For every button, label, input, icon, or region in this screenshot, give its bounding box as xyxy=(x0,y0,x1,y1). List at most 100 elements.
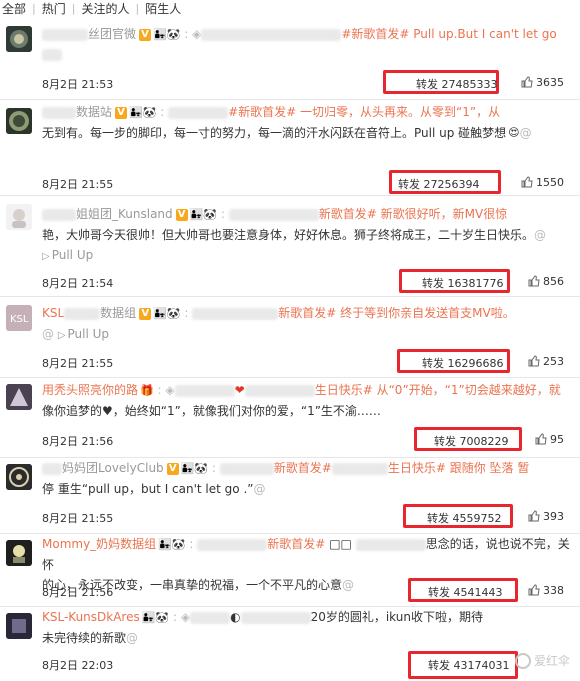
post-meta: 8月2日 21:55 转发 27256394 1550 xyxy=(42,170,572,194)
diamond-icon: ◈ xyxy=(165,383,175,397)
post-meta: 8月2日 21:53 转发 27485333 3635 xyxy=(42,70,572,94)
diamond-icon: ◈ xyxy=(180,610,191,624)
heart-icon: ❤ xyxy=(234,383,245,397)
verified-icon: V xyxy=(139,28,152,41)
filter-tabs: 全部 | 热门 | 关注的人 | 陌生人 xyxy=(0,0,580,16)
like-button[interactable]: 856 xyxy=(528,275,564,288)
post-time: 8月2日 21:56 xyxy=(42,586,114,599)
post-text-line: ，始终如“1”，就像我们对你的爱，“1”生不渝…… xyxy=(112,403,381,418)
post-time: 8月2日 21:55 xyxy=(42,178,114,191)
play-icon: ▷ xyxy=(57,329,66,341)
post-text: 数据站 V 👨‍👧🐼 : #新歌首发# 一切归零，从头再来。从零到“1”，从 无到有… xyxy=(42,102,572,143)
avatar[interactable] xyxy=(6,204,32,230)
post-text-line: 停 重生“pull up，but I can't let go .” xyxy=(42,481,254,496)
emoji-icon: 😍 xyxy=(508,126,520,139)
avatar[interactable] xyxy=(6,613,32,639)
repost-count[interactable]: 转发 43174031 xyxy=(428,657,510,673)
thumbs-up-icon xyxy=(528,584,540,596)
verified-icon: V xyxy=(175,208,188,221)
avatar[interactable] xyxy=(6,540,32,566)
repost-count[interactable]: 转发 27485333 xyxy=(416,76,498,92)
post-time: 8月2日 21:56 xyxy=(42,435,114,448)
heart-icon: ♥ xyxy=(102,403,113,418)
post-text: 丝团官微 V 👨‍👧🐼 : ◈ #新歌首发# Pull up.But I can't … xyxy=(42,24,572,65)
post-text-line: 生日快乐# 从“0”开始，“1”切会越来越好，就 xyxy=(314,383,561,397)
repost-count[interactable]: 转发 27256394 xyxy=(398,176,480,192)
repost-count[interactable]: 转发 16381776 xyxy=(422,275,504,291)
username[interactable]: 姐姐团_Kunsland xyxy=(76,207,173,221)
avatar[interactable] xyxy=(6,108,32,134)
repost-count[interactable]: 转发 16296686 xyxy=(422,355,504,371)
repost-count[interactable]: 转发 4559752 xyxy=(427,510,502,526)
username[interactable]: KSL-KunsDkAres xyxy=(42,610,140,624)
like-button[interactable]: 338 xyxy=(528,584,564,597)
post-text-line: 新歌首发# xyxy=(267,537,326,551)
post-text-line: #新歌首发# Pull up.But I can't let go xyxy=(341,27,557,41)
like-button[interactable]: 1550 xyxy=(521,176,564,189)
tab-hot[interactable]: 热门 xyxy=(36,0,72,17)
tab-all[interactable]: 全部 xyxy=(0,0,32,17)
post-time: 8月2日 21:53 xyxy=(42,78,114,91)
post-text: 用秃头照亮你的路 🎁 : ◈ ❤ 生日快乐# 从“0”开始，“1”切会越来越好，就 像… xyxy=(42,380,572,421)
post-text-line: 未完待续的新歌 xyxy=(42,630,127,645)
emoji-icon: 👨‍👧🐼 xyxy=(153,27,181,41)
emoji-icon: 🎁 xyxy=(140,383,154,397)
like-count: 3635 xyxy=(536,76,564,89)
watermark: 爱红伞 xyxy=(514,652,570,669)
post-text-line: 艳，大帅哥今天很帅！但大帅哥也要注意身体，好好休息。狮子终将成王，二十岁生日快乐… xyxy=(42,227,535,242)
username[interactable]: Mommy_奶妈数据组 xyxy=(42,537,156,551)
emoji-icon: 👨‍👧🐼 xyxy=(180,461,209,475)
like-count: 95 xyxy=(550,433,564,446)
repost-item: KSL KSL 数据组 V 👨‍👧🐼 : 新歌首发# 终于等到你亲自发送首支MV啦。 … xyxy=(0,297,580,377)
avatar[interactable] xyxy=(6,464,32,490)
avatar[interactable] xyxy=(6,26,32,52)
repost-item: 姐姐团_Kunsland V 👨‍👧🐼 : 新歌首发# 新歌很好听，新MV很惊 艳，… xyxy=(0,196,580,296)
post-time: 8月2日 21:55 xyxy=(42,512,114,525)
repost-count[interactable]: 转发 4541443 xyxy=(428,584,503,600)
username[interactable]: 丝团官微 xyxy=(88,27,136,41)
like-button[interactable]: 253 xyxy=(528,355,564,368)
post-text-line: #新歌首发# 一切归零，从头再来。从零到“1”，从 xyxy=(228,105,501,119)
post-meta: 8月2日 21:56 转发 4541443 338 xyxy=(42,578,572,602)
like-button[interactable]: 95 xyxy=(535,433,564,446)
like-count: 253 xyxy=(543,355,564,368)
play-icon: ▷ xyxy=(42,250,50,262)
username[interactable]: KSL xyxy=(42,306,64,320)
repost-count[interactable]: 转发 7008229 xyxy=(434,433,509,449)
like-count: 856 xyxy=(543,275,564,288)
username[interactable]: 妈妈团LovelyClub xyxy=(62,461,164,475)
thumbs-up-icon xyxy=(528,355,540,367)
repost-item: Mommy_奶妈数据组 👨‍👧🐼 : 新歌首发# □□ 思念的话，说也说不完，关怀… xyxy=(0,534,580,606)
avatar[interactable] xyxy=(6,384,32,410)
avatar[interactable]: KSL xyxy=(6,305,32,331)
username[interactable]: 用秃头照亮你的路 xyxy=(42,383,138,397)
like-button[interactable]: 3635 xyxy=(521,76,564,89)
tab-strangers[interactable]: 陌生人 xyxy=(139,0,187,17)
repost-item: KSL-KunsDkAres 👨‍👧🐼 : ◈ ◐ 20岁的圆礼，ikun收下啦，期待… xyxy=(0,607,580,681)
repost-item: 妈妈团LovelyClub V 👨‍👧🐼 : 新歌首发# 生日快乐# 跟随你 坠落 暂… xyxy=(0,458,580,533)
emoji-icon: 👨‍👧🐼 xyxy=(129,105,157,119)
like-button[interactable]: 393 xyxy=(528,510,564,523)
thumbs-up-icon xyxy=(528,275,540,287)
svg-text:KSL: KSL xyxy=(10,314,29,325)
post-text-line: 20岁的圆礼，ikun收下啦，期待 xyxy=(310,610,483,624)
verified-icon: V xyxy=(166,462,179,475)
post-text-line: 像你追梦的 xyxy=(42,403,103,418)
video-link[interactable]: ▷ Pull Up xyxy=(58,327,109,341)
emoji-icon: 👨‍👧🐼 xyxy=(141,610,170,624)
post-meta: 8月2日 21:55 转发 4559752 393 xyxy=(42,504,572,528)
post-meta: 8月2日 22:03 转发 43174031 xyxy=(42,651,572,679)
post-text: 姐姐团_Kunsland V 👨‍👧🐼 : 新歌首发# 新歌很好听，新MV很惊 艳，… xyxy=(42,204,572,267)
repost-item: 数据站 V 👨‍👧🐼 : #新歌首发# 一切归零，从头再来。从零到“1”，从 无到有… xyxy=(0,100,580,195)
thumbs-up-icon xyxy=(521,176,533,188)
verified-icon: V xyxy=(115,106,128,119)
video-link[interactable]: ▷ Pull Up xyxy=(42,248,93,262)
like-count: 1550 xyxy=(536,176,564,189)
umbrella-logo-icon xyxy=(514,652,531,669)
post-text: KSL 数据组 V 👨‍👧🐼 : 新歌首发# 终于等到你亲自发送首支MV啦。 @ ▷ P… xyxy=(42,303,572,346)
tab-following[interactable]: 关注的人 xyxy=(75,0,135,17)
verified-icon: V xyxy=(139,307,152,320)
username[interactable]: 数据站 xyxy=(76,105,112,119)
thumbs-up-icon xyxy=(535,433,547,445)
diamond-icon: ◈ xyxy=(192,27,202,41)
